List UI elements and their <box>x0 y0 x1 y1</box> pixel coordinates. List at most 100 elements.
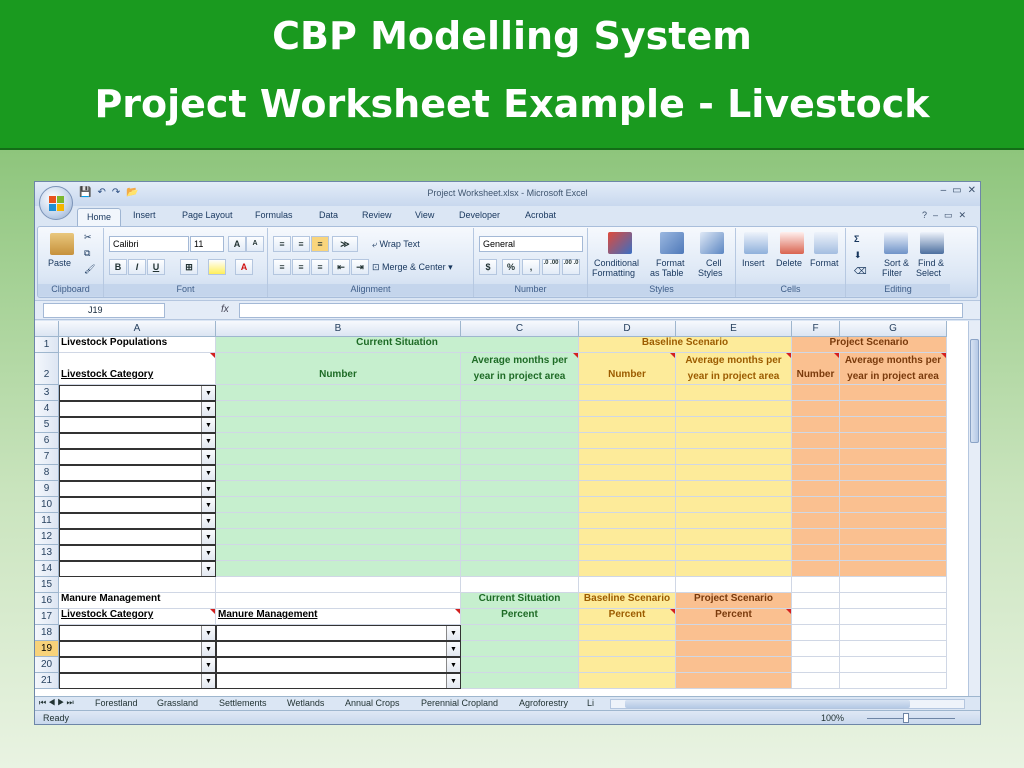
input-cell[interactable] <box>840 529 947 545</box>
input-cell[interactable] <box>792 561 840 577</box>
blank-cell[interactable] <box>461 577 579 593</box>
percent-button[interactable]: % <box>502 259 520 275</box>
input-cell[interactable] <box>216 449 461 465</box>
input-cell[interactable] <box>461 385 579 401</box>
blank-cell[interactable] <box>840 609 947 625</box>
sheet-tab-perennial-cropland[interactable]: Perennial Cropland <box>421 698 498 708</box>
input-cell[interactable] <box>461 497 579 513</box>
input-cell[interactable] <box>840 545 947 561</box>
blank-cell[interactable] <box>216 577 461 593</box>
input-cell[interactable] <box>579 561 676 577</box>
tab-acrobat[interactable]: Acrobat <box>525 210 556 220</box>
input-cell[interactable] <box>579 641 676 657</box>
row-header-18[interactable]: 18 <box>35 625 59 641</box>
blank-cell[interactable] <box>840 673 947 689</box>
currency-button[interactable]: $ <box>479 259 497 275</box>
dropdown-arrow-icon[interactable]: ▼ <box>201 450 215 464</box>
shrink-font-button[interactable]: A <box>246 236 264 252</box>
dropdown-arrow-icon[interactable]: ▼ <box>201 402 215 416</box>
fill-color-icon[interactable] <box>208 259 226 275</box>
livestock-category-dropdown-14[interactable]: ▼ <box>59 561 216 577</box>
input-cell[interactable] <box>216 433 461 449</box>
row-header-21[interactable]: 21 <box>35 673 59 689</box>
input-cell[interactable] <box>676 545 792 561</box>
office-button[interactable] <box>39 186 73 220</box>
blank-cell[interactable] <box>840 625 947 641</box>
row-header-14[interactable]: 14 <box>35 561 59 577</box>
insert-cells-icon[interactable] <box>744 232 768 254</box>
dropdown-arrow-icon[interactable]: ▼ <box>201 434 215 448</box>
input-cell[interactable] <box>676 673 792 689</box>
manure-system-dropdown-21[interactable]: ▼ <box>216 673 461 689</box>
blank-cell[interactable] <box>840 577 947 593</box>
increase-decimal-button[interactable]: .0 .00 <box>542 259 560 275</box>
input-cell[interactable] <box>840 481 947 497</box>
manure-category-dropdown-21[interactable]: ▼ <box>59 673 216 689</box>
input-cell[interactable] <box>216 497 461 513</box>
dropdown-arrow-icon[interactable]: ▼ <box>446 642 460 656</box>
tab-page-layout[interactable]: Page Layout <box>182 210 233 220</box>
input-cell[interactable] <box>579 513 676 529</box>
font-name-select[interactable]: Calibri <box>109 236 189 252</box>
horizontal-scrollbar[interactable] <box>610 699 965 709</box>
align-right-icon[interactable]: ≡ <box>311 259 329 275</box>
input-cell[interactable] <box>676 417 792 433</box>
livestock-category-dropdown-8[interactable]: ▼ <box>59 465 216 481</box>
manure-category-dropdown-20[interactable]: ▼ <box>59 657 216 673</box>
sheet-tab-agroforestry[interactable]: Agroforestry <box>519 698 568 708</box>
sheet-nav-buttons[interactable]: ⏮◀▶⏭ <box>39 698 76 708</box>
livestock-category-dropdown-4[interactable]: ▼ <box>59 401 216 417</box>
row-header-10[interactable]: 10 <box>35 497 59 513</box>
input-cell[interactable] <box>676 529 792 545</box>
insert-cells-button[interactable]: Insert <box>742 258 765 268</box>
input-cell[interactable] <box>461 465 579 481</box>
manure-system-dropdown-20[interactable]: ▼ <box>216 657 461 673</box>
align-top-icon[interactable]: ≡ <box>273 236 291 252</box>
sheet-tab-forestland[interactable]: Forestland <box>95 698 138 708</box>
select-all-corner[interactable] <box>35 321 59 337</box>
input-cell[interactable] <box>792 401 840 417</box>
zoom-slider[interactable] <box>867 718 955 719</box>
tab-formulas[interactable]: Formulas <box>255 210 293 220</box>
row-header-16[interactable]: 16 <box>35 593 59 609</box>
decrease-indent-icon[interactable]: ⇤ <box>332 259 350 275</box>
dropdown-arrow-icon[interactable]: ▼ <box>201 658 215 672</box>
livestock-category-dropdown-12[interactable]: ▼ <box>59 529 216 545</box>
cut-icon[interactable]: ✂ <box>84 232 92 243</box>
row-header-4[interactable]: 4 <box>35 401 59 417</box>
row-header-1[interactable]: 1 <box>35 337 59 353</box>
input-cell[interactable] <box>792 481 840 497</box>
input-cell[interactable] <box>216 481 461 497</box>
input-cell[interactable] <box>461 657 579 673</box>
row-header-5[interactable]: 5 <box>35 417 59 433</box>
sheet-tab-grassland[interactable]: Grassland <box>157 698 198 708</box>
livestock-category-dropdown-6[interactable]: ▼ <box>59 433 216 449</box>
format-as-table-icon[interactable] <box>660 232 684 254</box>
input-cell[interactable] <box>461 513 579 529</box>
dropdown-arrow-icon[interactable]: ▼ <box>201 482 215 496</box>
conditional-formatting-label-2[interactable]: Formatting <box>592 268 635 278</box>
row-header-3[interactable]: 3 <box>35 385 59 401</box>
blank-cell[interactable] <box>840 641 947 657</box>
delete-cells-icon[interactable] <box>780 232 804 254</box>
row-header-20[interactable]: 20 <box>35 657 59 673</box>
manure-category-dropdown-18[interactable]: ▼ <box>59 625 216 641</box>
input-cell[interactable] <box>216 529 461 545</box>
blank-cell[interactable] <box>792 593 840 609</box>
paste-icon[interactable] <box>50 233 74 255</box>
wrap-text-button[interactable]: ⤶ Wrap Text <box>372 239 420 250</box>
input-cell[interactable] <box>676 385 792 401</box>
dropdown-arrow-icon[interactable]: ▼ <box>201 498 215 512</box>
tab-data[interactable]: Data <box>319 210 338 220</box>
row-header-8[interactable]: 8 <box>35 465 59 481</box>
format-as-table-label-1[interactable]: Format <box>656 258 685 268</box>
row-header-6[interactable]: 6 <box>35 433 59 449</box>
borders-icon[interactable]: ⊞ <box>180 259 198 275</box>
sort-filter-label-2[interactable]: Filter <box>882 268 902 278</box>
conditional-formatting-icon[interactable] <box>608 232 632 254</box>
input-cell[interactable] <box>579 529 676 545</box>
input-cell[interactable] <box>676 513 792 529</box>
row-header-15[interactable]: 15 <box>35 577 59 593</box>
dropdown-arrow-icon[interactable]: ▼ <box>201 626 215 640</box>
blank-cell[interactable] <box>59 577 216 593</box>
